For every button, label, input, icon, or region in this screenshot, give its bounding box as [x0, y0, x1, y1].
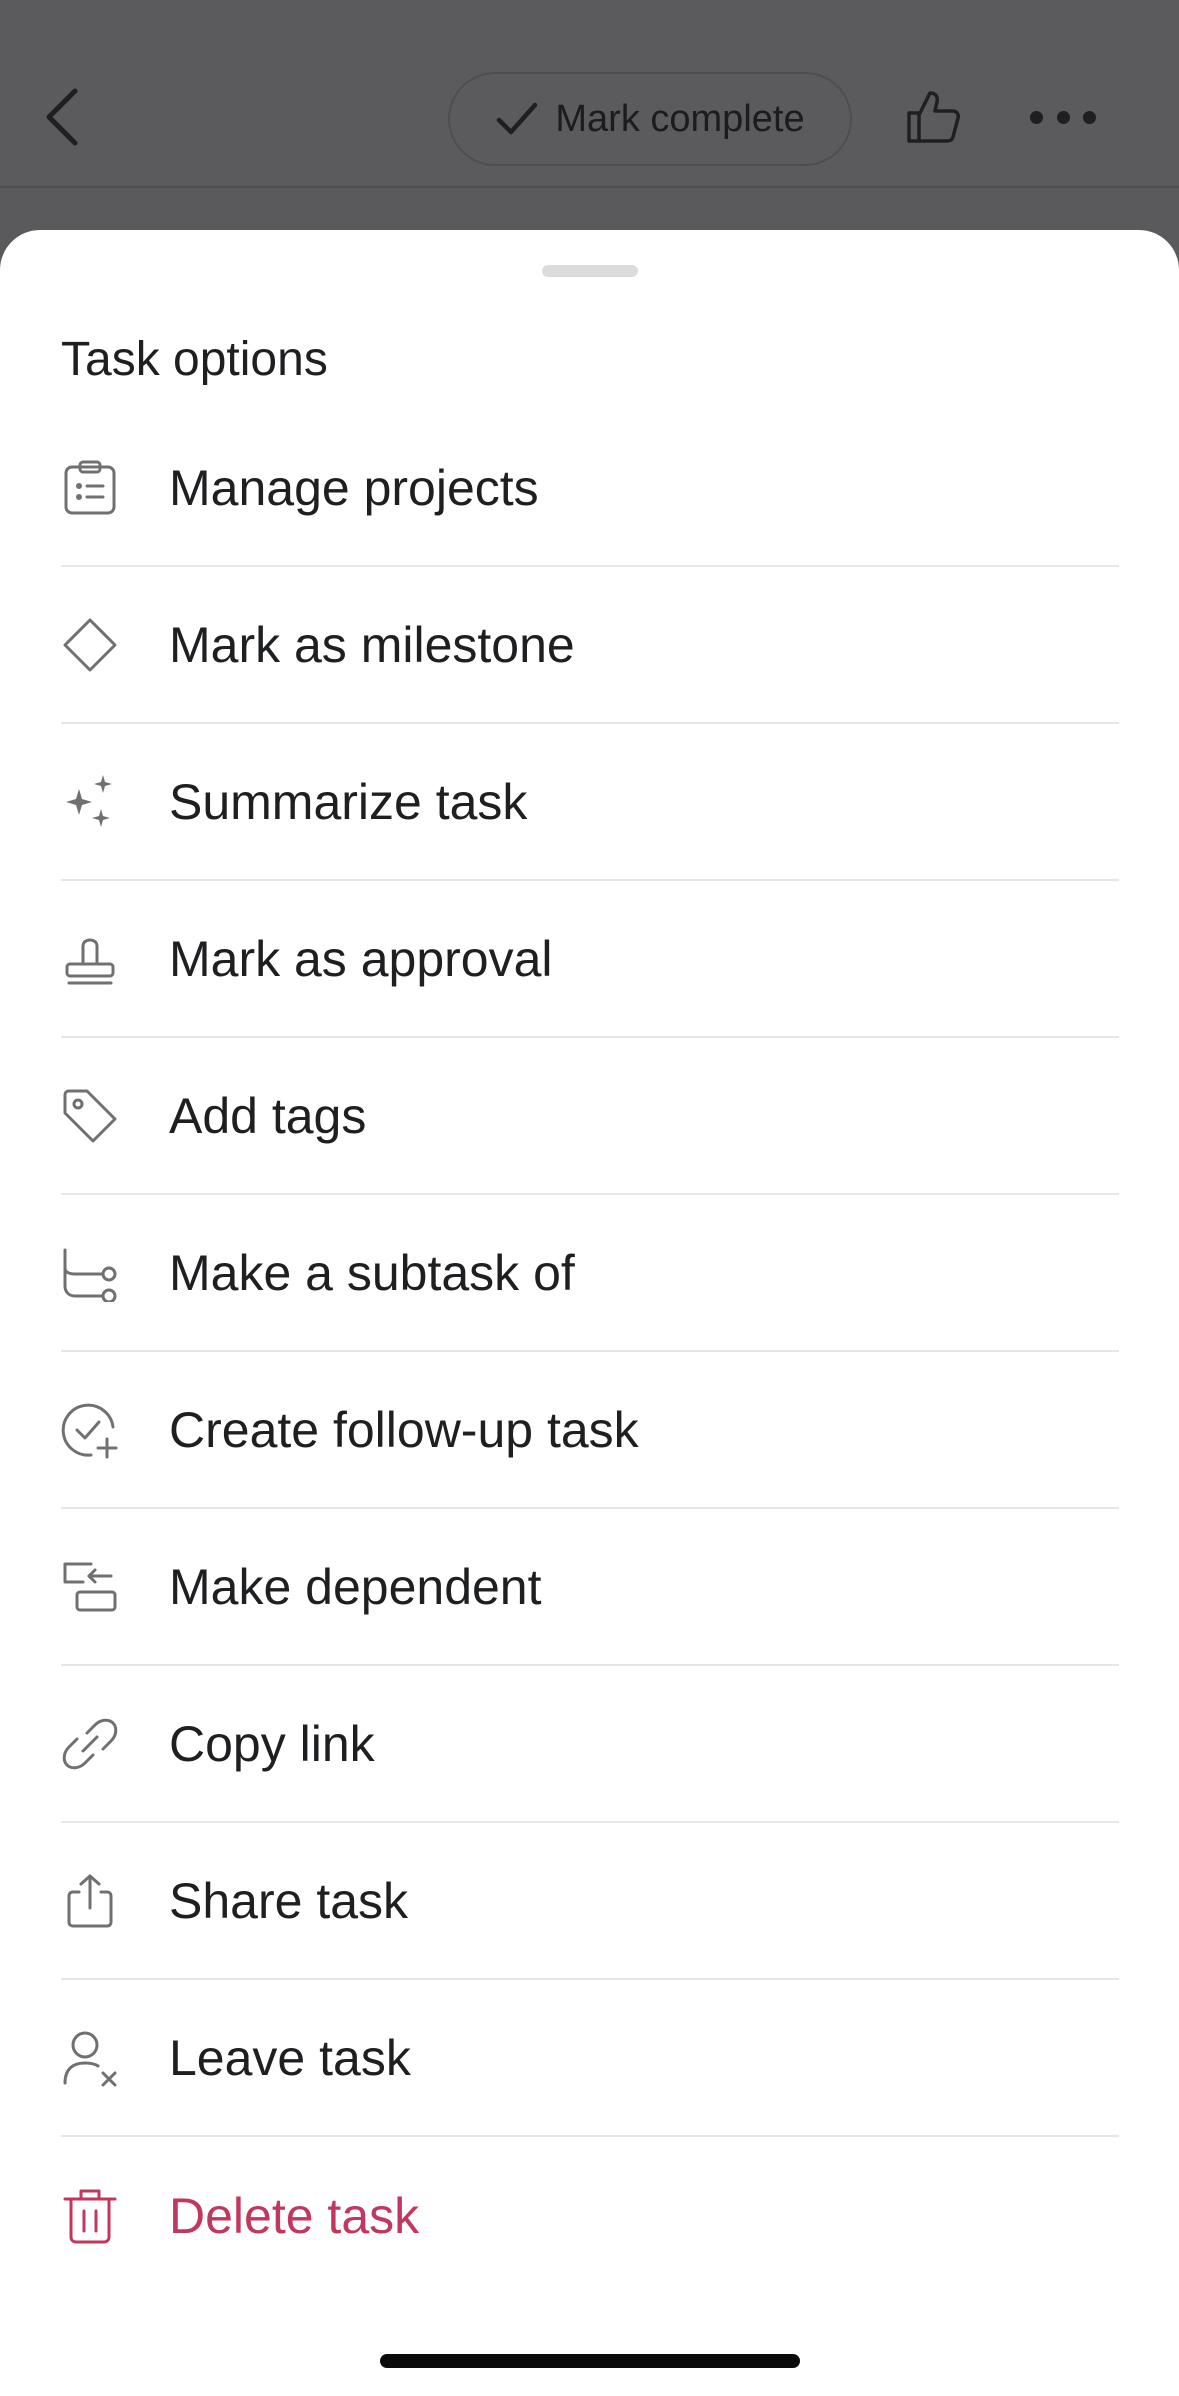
- menu-item-mark-as-approval[interactable]: Mark as approval: [61, 881, 1119, 1038]
- diamond-icon: [61, 616, 119, 674]
- mark-complete-label: Mark complete: [555, 97, 805, 140]
- menu-item-label: Leave task: [169, 2029, 411, 2086]
- share-icon: [61, 1872, 119, 1930]
- more-dot: [1056, 110, 1070, 124]
- menu-item-create-follow-up-task[interactable]: Create follow-up task: [61, 1352, 1119, 1509]
- back-button[interactable]: [40, 82, 84, 152]
- menu-item-label: Share task: [169, 1872, 409, 1929]
- menu-item-label: Copy link: [169, 1715, 375, 1772]
- menu-item-share-task[interactable]: Share task: [61, 1823, 1119, 1980]
- more-options-button[interactable]: [1030, 100, 1096, 134]
- user-remove-icon: [61, 2029, 119, 2087]
- stamp-icon: [61, 930, 119, 988]
- sheet-grabber[interactable]: [542, 265, 638, 277]
- menu-item-label: Mark as approval: [169, 930, 553, 987]
- dependency-icon: [61, 1558, 119, 1616]
- menu-item-label: Make a subtask of: [169, 1244, 575, 1301]
- like-button[interactable]: [900, 84, 966, 150]
- more-dot: [1083, 110, 1096, 124]
- task-options-menu: Manage projects Mark as milestone Summar…: [61, 410, 1119, 2294]
- screen: Mark complete Task options Manage projec…: [0, 0, 1179, 2396]
- menu-item-label: Create follow-up task: [169, 1401, 639, 1458]
- home-indicator[interactable]: [380, 2354, 800, 2368]
- menu-item-label: Make dependent: [169, 1558, 542, 1615]
- menu-item-manage-projects[interactable]: Manage projects: [61, 410, 1119, 567]
- menu-item-make-a-subtask-of[interactable]: Make a subtask of: [61, 1195, 1119, 1352]
- check-circle-plus-icon: [61, 1401, 119, 1459]
- menu-item-label: Add tags: [169, 1087, 367, 1144]
- trash-icon: [61, 2187, 119, 2245]
- menu-item-add-tags[interactable]: Add tags: [61, 1038, 1119, 1195]
- task-options-sheet: Task options Manage projects Mark as mil…: [0, 230, 1179, 2396]
- chevron-left-icon: [46, 88, 78, 146]
- check-icon: [495, 96, 541, 142]
- menu-item-summarize-task[interactable]: Summarize task: [61, 724, 1119, 881]
- menu-item-delete-task[interactable]: Delete task: [61, 2137, 1119, 2294]
- menu-item-make-dependent[interactable]: Make dependent: [61, 1509, 1119, 1666]
- mark-complete-button[interactable]: Mark complete: [448, 72, 852, 166]
- clipboard-list-icon: [61, 459, 119, 517]
- subtask-icon: [61, 1244, 119, 1302]
- task-header-bar: Mark complete: [0, 0, 1179, 188]
- menu-item-label: Manage projects: [169, 459, 539, 516]
- link-icon: [61, 1715, 119, 1773]
- thumbs-up-icon: [907, 91, 960, 143]
- menu-item-mark-as-milestone[interactable]: Mark as milestone: [61, 567, 1119, 724]
- sparkles-icon: [61, 773, 119, 831]
- menu-item-leave-task[interactable]: Leave task: [61, 1980, 1119, 2137]
- tag-icon: [61, 1087, 119, 1145]
- menu-item-label: Summarize task: [169, 773, 528, 830]
- menu-item-copy-link[interactable]: Copy link: [61, 1666, 1119, 1823]
- menu-item-label: Mark as milestone: [169, 616, 575, 673]
- menu-item-label: Delete task: [169, 2187, 420, 2244]
- more-dot: [1030, 110, 1043, 124]
- sheet-title: Task options: [61, 333, 328, 386]
